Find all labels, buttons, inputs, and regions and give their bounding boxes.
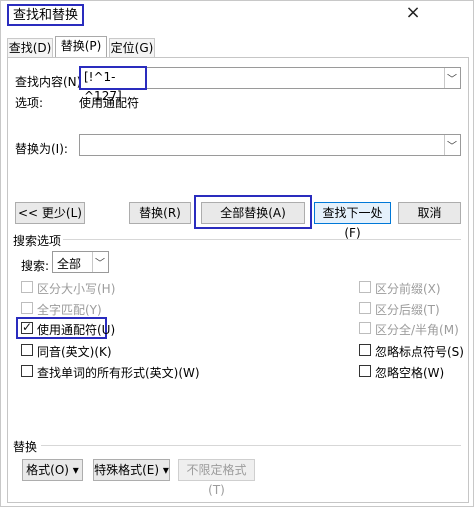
find-label: 查找内容(N): [15,75,86,89]
tab-goto[interactable]: 定位(G) [109,38,155,58]
ignore-punctuation-label: 忽略标点符号(S) [375,345,464,359]
options-label: 选项: [15,96,44,110]
find-input[interactable]: [!^1-^127] [79,66,147,103]
match-case-label: 区分大小写(H) [37,282,116,296]
search-options-divider [63,239,461,240]
replace-all-button[interactable]: 全部替换(A) [201,202,305,224]
tab-find[interactable]: 查找(D) [7,38,53,58]
all-word-forms-checkbox[interactable] [21,365,33,377]
replace-dropdown-chevron-down-icon[interactable] [444,135,460,155]
ignore-space-label: 忽略空格(W) [375,366,445,380]
special-button[interactable]: 特殊格式(E) ▾ [93,459,170,481]
replace-section-divider [41,445,461,446]
tab-replace[interactable]: 替换(P) [55,36,107,58]
close-icon[interactable]: × [403,3,423,23]
sounds-like-checkbox[interactable] [21,344,33,356]
format-button[interactable]: 格式(O) ▾ [22,459,83,481]
ignore-punctuation-checkbox[interactable] [359,344,371,356]
sounds-like-label: 同音(英文)(K) [37,345,112,359]
search-options-heading: 搜索选项 [13,234,62,248]
cancel-button[interactable]: 取消 [398,202,461,224]
no-formatting-button: 不限定格式(T) [178,459,255,497]
all-word-forms-label: 查找单词的所有形式(英文)(W) [37,366,200,380]
find-dropdown-chevron-down-icon[interactable] [444,68,460,88]
wildcards-checkbox[interactable] [21,320,33,334]
dialog-title: 查找和替换 [7,4,85,26]
find-combo[interactable]: [!^1-^127] [79,66,461,103]
match-suffix-label: 区分后缀(T) [375,303,440,317]
match-prefix-label: 区分前缀(X) [375,282,441,296]
find-next-button[interactable]: 查找下一处(F) [314,202,391,240]
whole-word-checkbox[interactable] [21,302,33,314]
match-width-checkbox[interactable] [359,322,371,334]
replace-button[interactable]: 替换(R) [129,202,191,224]
search-scope-select[interactable]: 全部 [52,251,109,273]
match-width-label: 区分全/半角(M) [375,323,459,337]
whole-word-label: 全字匹配(Y) [37,303,102,317]
less-button[interactable]: << 更少(L) [15,202,85,224]
replace-label: 替换为(I): [15,142,68,156]
match-case-checkbox[interactable] [21,281,33,293]
search-scope-chevron-down-icon[interactable] [92,252,108,272]
options-value: 使用通配符 [79,96,140,110]
replace-section-heading: 替换 [13,440,38,454]
ignore-space-checkbox[interactable] [359,365,371,377]
wildcards-label: 使用通配符(U) [37,323,116,337]
replace-combo[interactable] [79,134,461,156]
search-scope-label: 搜索: [21,259,50,273]
match-suffix-checkbox[interactable] [359,302,371,314]
find-replace-dialog: 查找和替换 × 查找(D) 替换(P) 定位(G) 查找内容(N): [!^1-… [0,0,474,507]
tab-bar: 查找(D) 替换(P) 定位(G) [7,36,469,58]
match-prefix-checkbox[interactable] [359,281,371,293]
replace-all-highlight: 全部替换(A) [194,195,312,229]
search-scope-value: 全部 [57,257,82,271]
